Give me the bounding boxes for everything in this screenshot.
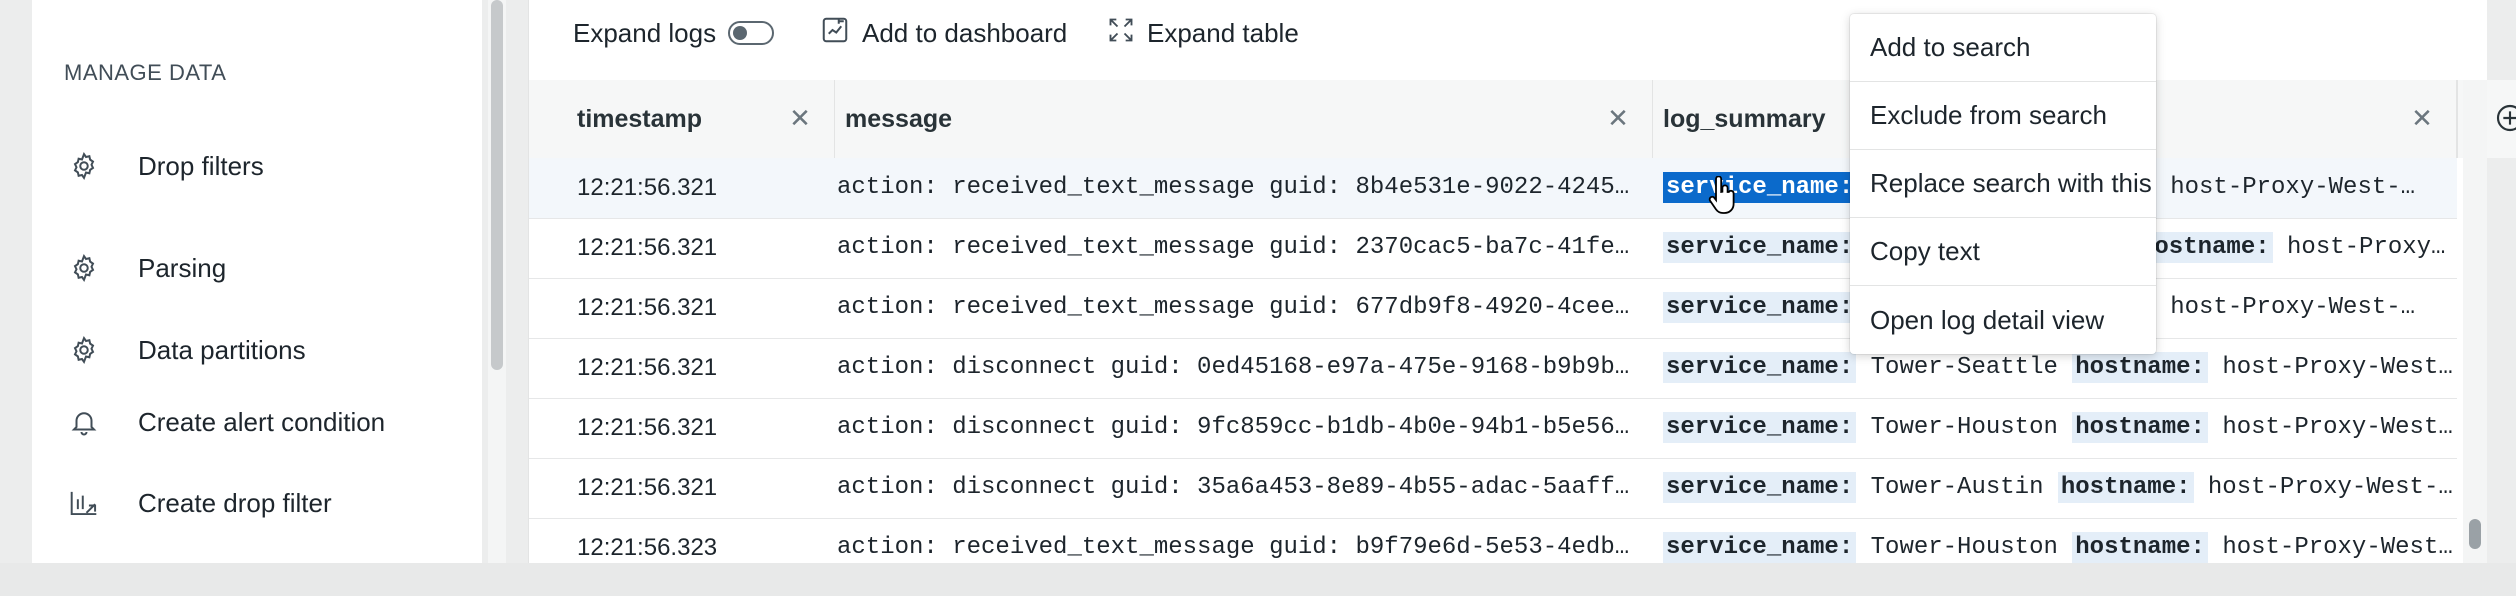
sidebar-item-label: Create alert condition — [138, 406, 386, 437]
column-label: log_summary — [1663, 104, 1826, 133]
close-icon[interactable]: ✕ — [1604, 104, 1632, 132]
host-value: host-Proxy-West… — [2222, 534, 2453, 561]
table-row[interactable]: 12:21:56.321 action: received_text_messa… — [529, 218, 2457, 279]
log-summary-cell: service_name: Tower-Houston hostname: ho… — [1663, 398, 2453, 458]
field-key[interactable]: hostname: — [2072, 412, 2208, 443]
table-row[interactable]: 12:21:56.321 action: disconnect guid: 35… — [529, 458, 2457, 519]
drop-filter-icon — [64, 483, 104, 523]
table-row[interactable]: 12:21:56.321 action: received_text_messa… — [529, 158, 2457, 219]
field-key[interactable]: service_name: — [1663, 532, 1857, 563]
summary-tail: e: host-Proxy-West-… — [2127, 174, 2416, 201]
field-key[interactable]: service_name: — [1663, 352, 1857, 383]
field-key[interactable]: service_name: — [1663, 232, 1857, 263]
column-header-timestamp[interactable]: timestamp ✕ — [529, 80, 835, 158]
sidebar-heading: MANAGE DATA — [64, 60, 227, 85]
host-value: host-Proxy-West… — [2222, 414, 2453, 441]
message-cell: action: disconnect guid: 35a6a453-8e89-4… — [837, 474, 1630, 501]
table-scrollbar-thumb[interactable] — [2469, 519, 2481, 549]
bell-icon — [64, 402, 104, 442]
timestamp-cell: 12:21:56.321 — [577, 474, 718, 501]
add-to-dashboard-button[interactable]: Add to dashboard — [820, 16, 1067, 50]
field-key[interactable]: service_name: — [1663, 472, 1857, 503]
service-value: Tower-Houston — [1870, 414, 2058, 441]
message-cell: action: received_text_message guid: 8b4e… — [837, 174, 1630, 201]
sidebar-item-label: Drop filters — [138, 150, 264, 181]
message-cell: action: received_text_message guid: 677d… — [837, 294, 1630, 321]
expand-icon — [1107, 16, 1135, 51]
message-cell: action: disconnect guid: 9fc859cc-b1db-4… — [837, 414, 1630, 441]
table-row[interactable]: 12:21:56.321 action: disconnect guid: 0e… — [529, 338, 2457, 399]
toggle-knob — [733, 26, 748, 40]
column-header-message[interactable]: message ✕ — [835, 80, 1653, 158]
column-label: message — [845, 104, 953, 133]
sidebar-item-data-partitions[interactable]: Data partitions — [64, 325, 464, 375]
timestamp-cell: 12:21:56.321 — [577, 174, 718, 201]
log-summary-cell: service_name: Tower-Austin hostname: hos… — [1663, 458, 2453, 518]
hostname-key[interactable]: hostname: host-Proxy… — [2137, 218, 2445, 278]
sidebar-item-create-drop-filter[interactable]: Create drop filter — [64, 478, 464, 528]
menu-item-exclude-from-search[interactable]: Exclude from search — [1850, 82, 2156, 150]
add-to-dashboard-label: Add to dashboard — [862, 17, 1068, 48]
expand-table-button[interactable]: Expand table — [1107, 16, 1299, 50]
logs-table-panel: Expand logs Add to dashboard Expand tabl… — [528, 0, 2516, 563]
menu-item-add-to-search[interactable]: Add to search — [1850, 14, 2156, 82]
field-key[interactable]: hostname: — [2057, 472, 2194, 503]
gear-icon — [64, 248, 104, 288]
sidebar-item-parsing[interactable]: Parsing — [64, 243, 464, 293]
service-value: Tower-Seattle — [1870, 354, 2058, 381]
table-row[interactable]: 12:21:56.321 action: disconnect guid: 9f… — [529, 398, 2457, 459]
message-cell: action: received_text_message guid: 2370… — [837, 234, 1630, 261]
close-icon[interactable]: ✕ — [786, 104, 814, 132]
expand-logs-toggle[interactable]: Expand logs — [573, 16, 775, 50]
expand-table-label: Expand table — [1147, 17, 1299, 48]
dashboard-icon — [820, 15, 850, 52]
service-value: Tower-Houston — [1870, 534, 2058, 561]
gear-icon — [64, 330, 104, 370]
field-key[interactable]: hostname: — [2072, 352, 2208, 383]
table-toolbar: Expand logs Add to dashboard Expand tabl… — [529, 0, 2487, 81]
context-menu: Add to search Exclude from search Replac… — [1850, 14, 2156, 354]
service-value: Tower-Austin — [1870, 474, 2044, 501]
sidebar-item-label: Data partitions — [138, 334, 306, 365]
sidebar-item-create-alert-condition[interactable]: Create alert condition — [64, 397, 464, 447]
summary-tail: e: host-Proxy-West-… — [2127, 294, 2416, 321]
menu-item-open-log-detail[interactable]: Open log detail view — [1850, 286, 2156, 354]
timestamp-cell: 12:21:56.321 — [577, 354, 718, 381]
host-value: host-Proxy-West-… — [2207, 474, 2453, 501]
table-header: timestamp ✕ message ✕ log_summary ✕ — [529, 80, 2457, 159]
menu-item-replace-search[interactable]: Replace search with this — [1850, 150, 2156, 218]
timestamp-cell: 12:21:56.321 — [577, 414, 718, 441]
sidebar-item-drop-filters[interactable]: Drop filters — [64, 141, 464, 191]
column-label: timestamp — [577, 104, 703, 133]
gear-icon — [64, 146, 104, 186]
table-scrollbar[interactable] — [2463, 80, 2487, 563]
host-value: host-Proxy-West… — [2222, 354, 2453, 381]
message-cell: action: disconnect guid: 0ed45168-e97a-4… — [837, 354, 1630, 381]
timestamp-cell: 12:21:56.321 — [577, 234, 718, 261]
plus-circle-icon — [2494, 102, 2516, 139]
menu-item-copy-text[interactable]: Copy text — [1850, 218, 2156, 286]
toggle-switch[interactable] — [728, 21, 775, 45]
field-key[interactable]: service_name: — [1663, 412, 1857, 443]
sidebar-scrollbar-thumb[interactable] — [491, 0, 503, 370]
sidebar-item-label: Parsing — [138, 252, 227, 283]
window-bottom-edge — [0, 563, 2516, 596]
sidebar-item-label: Create drop filter — [138, 487, 332, 518]
table-row[interactable]: 12:21:56.321 action: received_text_messa… — [529, 278, 2457, 339]
field-key[interactable]: service_name: — [1663, 172, 1857, 203]
sidebar-scrollbar[interactable] — [488, 0, 506, 563]
field-key[interactable]: service_name: — [1663, 292, 1857, 323]
close-icon[interactable]: ✕ — [2408, 104, 2436, 132]
timestamp-cell: 12:21:56.321 — [577, 294, 718, 321]
hand-cursor-icon — [1706, 175, 1738, 216]
sidebar: MANAGE DATA Drop filters Parsing Data pa… — [32, 0, 482, 563]
expand-logs-label: Expand logs — [573, 17, 717, 48]
field-key[interactable]: hostname: — [2072, 532, 2208, 563]
